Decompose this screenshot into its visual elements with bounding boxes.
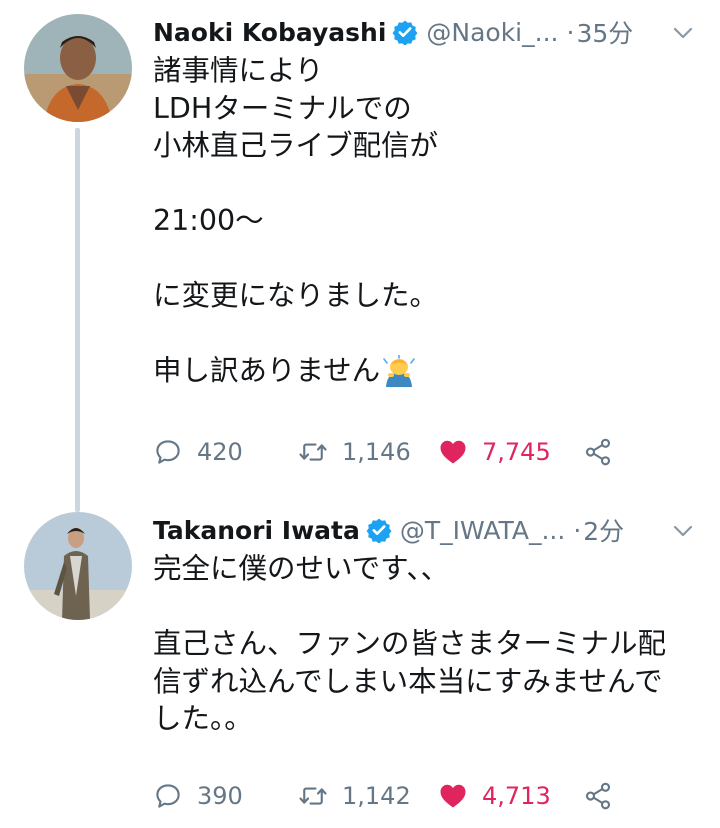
tweet-text: 諸事情により LDHターミナルでの 小林直己ライブ配信が 21:00〜 に変更に…	[153, 52, 700, 390]
heart-icon	[440, 784, 466, 808]
tweet-line: した。。	[153, 702, 253, 735]
separator-dot: ·	[566, 17, 575, 47]
reply-icon	[156, 784, 180, 808]
reply-button[interactable]: 420	[153, 437, 298, 467]
tweet-line	[153, 240, 700, 278]
author-handle[interactable]: @T_IWATA_...	[400, 516, 565, 545]
tweet-line-with-emoji: 申し訳ありません	[153, 352, 700, 390]
reply-count: 390	[197, 782, 243, 810]
person-bowing-emoji	[383, 354, 415, 387]
reply-button[interactable]: 390	[153, 781, 298, 811]
thread-line	[75, 128, 80, 512]
avatar-photo	[24, 14, 132, 122]
tweet-line	[153, 165, 700, 203]
share-button[interactable]	[583, 781, 613, 811]
tweet-line	[153, 315, 700, 353]
timestamp[interactable]: 2分	[583, 512, 624, 548]
reply-icon	[156, 440, 180, 464]
like-button[interactable]: 7,745	[438, 437, 583, 467]
tweet-header: Takanori Iwata @T_IWATA_... · 2分	[153, 510, 706, 550]
tweet-line	[153, 588, 700, 626]
reply-count: 420	[197, 438, 243, 466]
author-handle[interactable]: @Naoki_...	[426, 18, 558, 47]
avatar[interactable]	[24, 14, 132, 122]
retweet-button[interactable]: 1,146	[298, 437, 438, 467]
tweet-line: 申し訳ありません	[153, 354, 381, 387]
tweet-line: LDHターミナルでの	[153, 91, 412, 125]
retweet-count: 1,146	[342, 438, 411, 466]
retweet-button[interactable]: 1,142	[298, 781, 438, 811]
tweet-line: 21:00〜	[153, 204, 264, 237]
share-icon	[585, 782, 611, 810]
avatar-photo	[24, 512, 132, 620]
author-name[interactable]: Naoki Kobayashi	[153, 18, 386, 47]
retweet-icon	[299, 787, 327, 805]
retweet-count: 1,142	[342, 782, 411, 810]
avatar[interactable]	[24, 512, 132, 620]
tweet[interactable]: Takanori Iwata @T_IWATA_... · 2分 完全に僕のせい…	[0, 500, 720, 828]
tweet-actions: 390 1,142 4,713	[153, 776, 623, 816]
tweet-line: 小林直己ライブ配信が	[153, 129, 439, 162]
share-icon	[585, 438, 611, 466]
tweet-actions: 420 1,146 7,745	[153, 432, 623, 472]
tweet[interactable]: Naoki Kobayashi @Naoki_... · 35分 諸事情により …	[0, 0, 720, 512]
verified-badge-icon	[366, 518, 392, 543]
share-button[interactable]	[583, 437, 613, 467]
tweet-header: Naoki Kobayashi @Naoki_... · 35分	[153, 12, 706, 52]
heart-icon	[440, 440, 466, 464]
retweet-icon	[299, 443, 327, 461]
tweet-text: 完全に僕のせいです、、 直己さん、ファンの皆さまターミナル配 信ずれ込んでしまい…	[153, 550, 700, 738]
tweet-line: 完全に僕のせいです、、	[153, 552, 450, 585]
tweet-line: 諸事情により	[153, 54, 324, 87]
tweet-line: 信ずれ込んでしまい本当にすみませんで	[153, 664, 663, 698]
chevron-down-icon[interactable]	[672, 22, 694, 44]
chevron-down-icon[interactable]	[672, 520, 694, 542]
tweet-line: 直己さん、ファンの皆さまターミナル配	[153, 627, 667, 660]
author-name[interactable]: Takanori Iwata	[153, 516, 360, 545]
like-button[interactable]: 4,713	[438, 781, 583, 811]
tweet-line: に変更になりました。	[153, 279, 439, 312]
like-count: 4,713	[482, 782, 551, 810]
timestamp[interactable]: 35分	[576, 14, 633, 50]
verified-badge-icon	[392, 20, 418, 45]
like-count: 7,745	[482, 438, 551, 466]
separator-dot: ·	[573, 515, 582, 545]
